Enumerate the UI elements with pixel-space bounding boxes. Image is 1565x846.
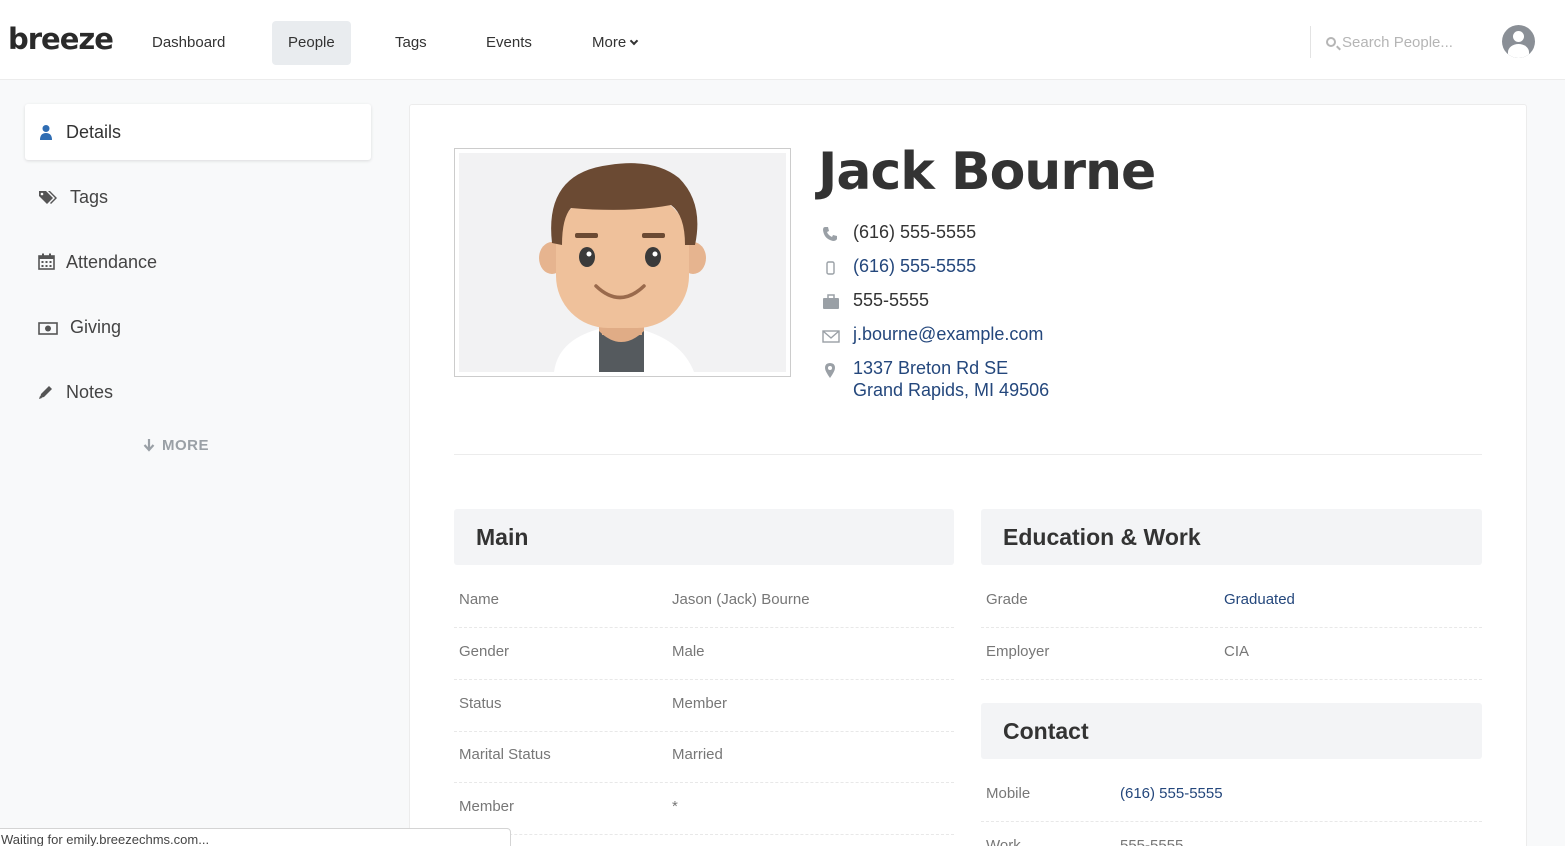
envelope-icon (822, 328, 840, 344)
work-phone: 555-5555 (853, 290, 930, 310)
arrow-down-icon (143, 439, 155, 452)
photo-illustration (459, 153, 786, 372)
field-label: Work (986, 837, 1021, 846)
sidebar-item-label: Notes (66, 382, 114, 402)
chevron-down-icon (629, 36, 639, 46)
field-label: Status (459, 695, 502, 712)
home-phone: (616) 555-5555 (853, 222, 977, 242)
browser-status-bar: Waiting for emily.breezechms.com... (0, 828, 511, 846)
sidebar-item-tags[interactable]: Tags (38, 182, 108, 212)
pencil-icon (38, 379, 56, 399)
phone-icon (822, 226, 838, 242)
field-label: Name (459, 591, 500, 608)
calendar-icon (38, 249, 56, 270)
field-value-link[interactable]: (616) 555-5555 (1120, 785, 1223, 802)
map-marker-icon (822, 362, 838, 378)
table-row: Employer CIA (981, 628, 1482, 680)
field-label: Member (459, 798, 515, 815)
field-label: Marital Status (459, 746, 551, 763)
table-row: Name Jason (Jack) Bourne (454, 576, 954, 628)
table-row: Member * (454, 783, 954, 835)
avatar-head (1513, 31, 1524, 42)
sidebar-item-giving[interactable]: Giving (38, 312, 121, 342)
nav-events[interactable]: Events (470, 21, 548, 65)
avatar-illustration (539, 163, 706, 372)
money-icon (38, 314, 60, 335)
table-row: Gender Male (454, 628, 954, 680)
sidebar-more-label: MORE (162, 437, 209, 454)
table-row: Work 555-5555 (981, 822, 1482, 846)
sidebar-more-button[interactable]: MORE (142, 437, 209, 454)
section-main-header: Main (454, 509, 954, 565)
field-value-link[interactable]: Graduated (1224, 591, 1295, 608)
field-label: Employer (986, 643, 1050, 660)
field-value: Member (672, 695, 728, 712)
top-navbar: breeze Dashboard People Tags Events More (0, 0, 1565, 80)
field-value: Married (672, 746, 723, 763)
field-value: Male (672, 643, 705, 660)
nav-tags[interactable]: Tags (379, 21, 443, 65)
profile-photo[interactable] (454, 148, 791, 377)
user-avatar[interactable] (1502, 25, 1535, 58)
table-row: Mobile (616) 555-5555 (981, 770, 1482, 822)
person-name: Jack Bourne (818, 142, 1156, 202)
avatar-body (1508, 44, 1529, 58)
search-box[interactable] (1324, 28, 1484, 56)
email-link[interactable]: j.bourne@example.com (853, 324, 1043, 345)
field-label: Grade (986, 591, 1028, 608)
sidebar-item-label: Tags (70, 187, 109, 207)
user-icon (38, 119, 56, 140)
nav-more-label: More (592, 34, 627, 51)
section-education-header: Education & Work (981, 509, 1482, 565)
briefcase-icon (822, 294, 839, 310)
table-row: Marital Status Married (454, 731, 954, 783)
sidebar-item-label: Attendance (66, 252, 158, 272)
sidebar-item-attendance[interactable]: Attendance (38, 247, 157, 277)
sidebar-item-notes[interactable]: Notes (38, 377, 113, 407)
field-value: 555-5555 (1120, 837, 1184, 846)
sidebar-item-details[interactable]: Details (38, 117, 121, 147)
field-value: * (672, 798, 678, 815)
nav-dashboard[interactable]: Dashboard (136, 21, 241, 65)
section-divider (454, 454, 1482, 455)
sidebar-item-label: Details (66, 122, 122, 142)
field-label: Gender (459, 643, 510, 660)
search-icon (1326, 37, 1336, 47)
nav-more[interactable]: More (576, 21, 653, 65)
address-line2[interactable]: Grand Rapids, MI 49506 (853, 380, 1049, 401)
field-value: Jason (Jack) Bourne (672, 591, 810, 608)
breeze-logo[interactable]: breeze (8, 22, 114, 56)
table-row: Grade Graduated (981, 576, 1482, 628)
table-row: Status Member (454, 680, 954, 732)
search-input[interactable] (1342, 28, 1482, 56)
field-value: CIA (1224, 643, 1250, 660)
nav-divider (1310, 26, 1311, 58)
mobile-phone-icon (822, 260, 838, 276)
nav-people[interactable]: People (272, 21, 351, 65)
section-contact-header: Contact (981, 703, 1482, 759)
field-label: Mobile (986, 785, 1031, 802)
sidebar-item-label: Giving (70, 317, 122, 337)
mobile-phone-link[interactable]: (616) 555-5555 (853, 256, 976, 277)
address-line1[interactable]: 1337 Breton Rd SE (853, 358, 1008, 379)
tags-icon (38, 184, 60, 204)
